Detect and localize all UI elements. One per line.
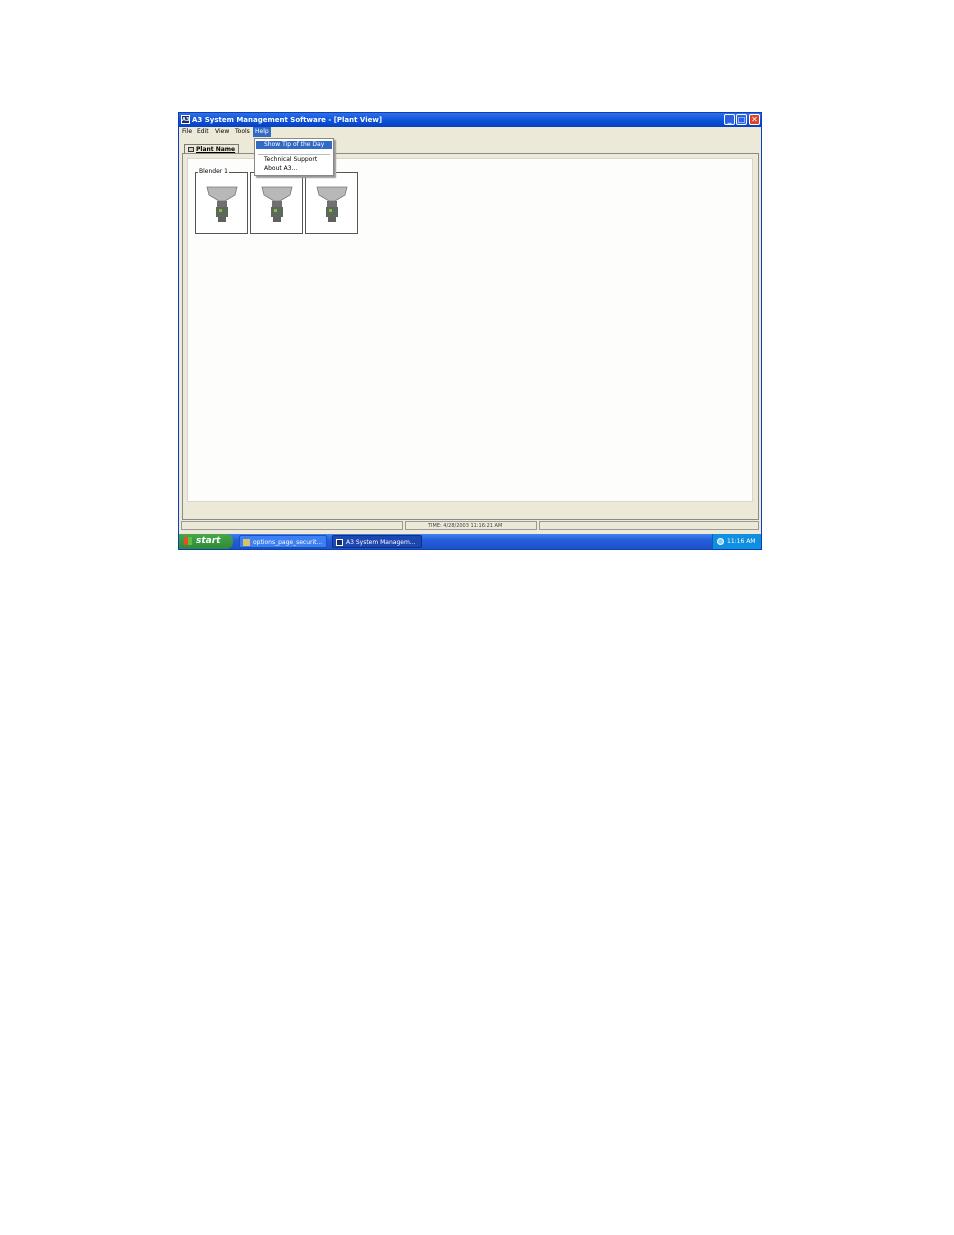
title-bar[interactable]: A3 A3 System Management Software - [Plan… [179,113,761,127]
start-button[interactable]: start [179,534,233,549]
blender-label: Blender 1 [198,168,229,175]
blender-icon [261,186,293,222]
window-title: A3 System Management Software - [Plant V… [192,116,383,124]
menu-separator [258,154,330,155]
menu-edit[interactable]: Edit [195,127,211,137]
clock: 11:16 AM [727,538,756,545]
help-menu-dropdown: Show Tip of the Day Technical Support Ab… [254,138,334,176]
blender-icon [316,186,348,222]
start-label: start [196,536,221,546]
status-time: TIME: 4/28/2003 11:16:21 AM [405,521,537,530]
app-icon[interactable]: A3 [181,115,190,124]
plant-canvas: Blender 1 [187,158,753,502]
system-tray: 11:16 AM [712,534,761,549]
status-bar: TIME: 4/28/2003 11:16:21 AM [181,521,761,531]
menu-help[interactable]: Help [253,127,271,137]
menu-item-about[interactable]: About A3... [256,165,332,173]
windows-flag-icon [184,537,192,545]
maximize-button[interactable]: □ [736,114,747,125]
status-cell-left [181,521,403,530]
menu-item-technical-support[interactable]: Technical Support [256,156,332,164]
internet-explorer-icon[interactable] [717,538,724,545]
menu-bar: File Edit View Tools Help [179,127,761,137]
menu-view[interactable]: View [213,127,231,137]
app-icon [336,539,343,546]
blender-icon [206,186,238,222]
close-button[interactable]: ✕ [749,114,760,125]
plant-icon [188,147,194,152]
blender-card[interactable] [250,172,303,234]
app-window: A3 A3 System Management Software - [Plan… [178,112,762,550]
blender-card[interactable]: Blender 1 [195,168,248,234]
taskbar: start options_page_securit... A3 System … [179,534,761,549]
plant-view-panel: Blender 1 [182,153,759,520]
taskbar-item-a3-system[interactable]: A3 System Managem... [332,535,422,548]
minimize-button[interactable]: _ [724,114,735,125]
taskbar-item-options-page[interactable]: options_page_securit... [239,535,327,548]
status-cell-right [539,521,759,530]
menu-tools[interactable]: Tools [233,127,252,137]
document-icon [243,539,250,546]
menu-file[interactable]: File [180,127,194,137]
menu-item-show-tip[interactable]: Show Tip of the Day [256,141,332,149]
blender-card[interactable]: 3 [305,168,358,234]
task-label: options_page_securit... [253,539,323,546]
task-label: A3 System Managem... [346,539,416,546]
